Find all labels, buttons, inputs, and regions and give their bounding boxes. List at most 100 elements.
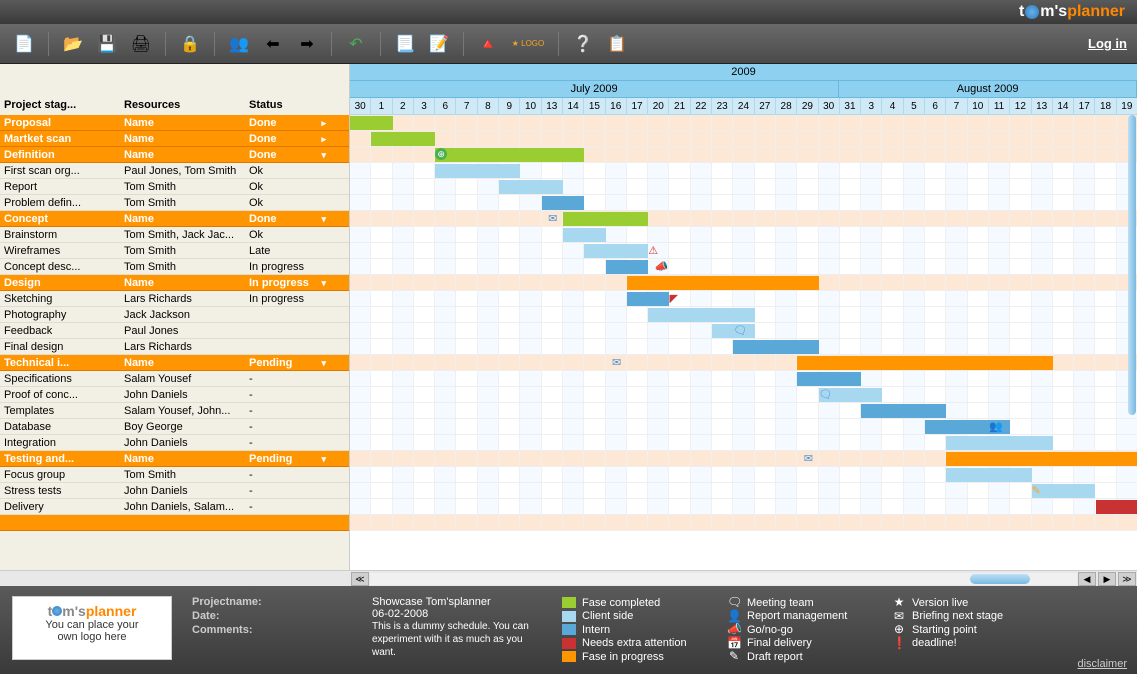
gantt-row[interactable] <box>350 115 1137 131</box>
timeline-day[interactable]: 30 <box>819 98 840 115</box>
timeline-day[interactable]: 13 <box>1032 98 1053 115</box>
task-row[interactable]: DatabaseBoy George- <box>0 419 349 435</box>
gantt-bar[interactable] <box>946 452 1137 466</box>
timeline-day[interactable]: 27 <box>755 98 776 115</box>
group-row[interactable]: DesignNameIn progress▾ <box>0 275 349 291</box>
task-row[interactable]: Final designLars Richards <box>0 339 349 355</box>
gantt-row[interactable] <box>350 515 1137 531</box>
task-row[interactable]: Concept desc...Tom SmithIn progress <box>0 259 349 275</box>
timeline-day[interactable]: 8 <box>478 98 499 115</box>
gantt-bar[interactable] <box>584 244 648 258</box>
chart-icon[interactable]: ✉ <box>548 212 557 225</box>
task-row[interactable]: BrainstormTom Smith, Jack Jac...Ok <box>0 227 349 243</box>
gantt-bar[interactable] <box>435 164 520 178</box>
gantt-row[interactable] <box>350 339 1137 355</box>
timeline-day[interactable]: 13 <box>542 98 563 115</box>
chevron-icon[interactable]: ▸ <box>321 131 326 146</box>
col-header-resources[interactable]: Resources <box>120 99 245 111</box>
timeline-day[interactable]: 2 <box>393 98 414 115</box>
chevron-icon[interactable]: ▾ <box>321 355 326 370</box>
group-row[interactable]: Technical i...NamePending▾ <box>0 355 349 371</box>
timeline-day[interactable]: 15 <box>584 98 605 115</box>
timeline-day[interactable]: 20 <box>648 98 669 115</box>
timeline-day[interactable]: 3 <box>414 98 435 115</box>
gantt-bar[interactable] <box>733 340 818 354</box>
task-row[interactable]: ReportTom SmithOk <box>0 179 349 195</box>
task-row[interactable]: Problem defin...Tom SmithOk <box>0 195 349 211</box>
timeline-day[interactable]: 29 <box>797 98 818 115</box>
undo-button[interactable]: ↶ <box>342 30 370 58</box>
doc2-button[interactable]: 📝 <box>425 30 453 58</box>
new-file-button[interactable]: 📄 <box>10 30 38 58</box>
gantt-bar[interactable] <box>946 468 1031 482</box>
timeline-day[interactable]: 4 <box>882 98 903 115</box>
chevron-icon[interactable]: ▸ <box>321 115 326 130</box>
task-row[interactable]: WireframesTom SmithLate <box>0 243 349 259</box>
gantt-row[interactable] <box>350 131 1137 147</box>
gantt-row[interactable]: ⚠ <box>350 243 1137 259</box>
timeline-day[interactable]: 23 <box>712 98 733 115</box>
gantt-row[interactable] <box>350 179 1137 195</box>
gantt-bar[interactable] <box>371 132 435 146</box>
group-row[interactable]: DefinitionNameDone▾ <box>0 147 349 163</box>
timeline-day[interactable]: 14 <box>563 98 584 115</box>
gantt-bar[interactable] <box>350 116 393 130</box>
print-button[interactable]: 🖨 <box>127 30 155 58</box>
timeline-day[interactable]: 17 <box>627 98 648 115</box>
note-button[interactable]: 📋 <box>603 30 631 58</box>
gantt-row[interactable] <box>350 435 1137 451</box>
task-row[interactable]: TemplatesSalam Yousef, John...- <box>0 403 349 419</box>
gantt-bar[interactable] <box>606 260 649 274</box>
timeline-day[interactable]: 1 <box>371 98 392 115</box>
chart-icon[interactable]: 🗨 <box>819 388 833 401</box>
gantt-bar[interactable] <box>648 308 755 322</box>
disclaimer-link[interactable]: disclaimer <box>1077 658 1127 670</box>
gantt-row[interactable]: 👥 <box>350 419 1137 435</box>
gantt-row[interactable]: 🗨 <box>350 387 1137 403</box>
chevron-icon[interactable]: ▾ <box>321 451 326 466</box>
gantt-bar[interactable] <box>946 436 1053 450</box>
timeline-day[interactable]: 9 <box>499 98 520 115</box>
task-row[interactable]: DeliveryJohn Daniels, Salam...- <box>0 499 349 515</box>
timeline-day[interactable]: 3 <box>861 98 882 115</box>
timeline-day[interactable]: 28 <box>776 98 797 115</box>
gantt-row[interactable] <box>350 195 1137 211</box>
timeline-day[interactable]: 18 <box>1095 98 1116 115</box>
task-row[interactable]: Proof of conc...John Daniels- <box>0 387 349 403</box>
chart-icon[interactable]: ✎ <box>1032 484 1041 497</box>
task-row[interactable]: SpecificationsSalam Yousef- <box>0 371 349 387</box>
timeline-day[interactable]: 16 <box>606 98 627 115</box>
timeline-day[interactable]: 17 <box>1074 98 1095 115</box>
task-row[interactable]: FeedbackPaul Jones <box>0 323 349 339</box>
task-row[interactable]: SketchingLars RichardsIn progress <box>0 291 349 307</box>
col-header-status[interactable]: Status <box>245 99 330 111</box>
flag-button[interactable]: 🔺 <box>474 30 502 58</box>
timeline-day[interactable]: 21 <box>669 98 690 115</box>
gantt-row[interactable]: ✉ <box>350 211 1137 227</box>
timeline-day[interactable]: 5 <box>904 98 925 115</box>
group-row[interactable]: ProposalNameDone▸ <box>0 115 349 131</box>
gantt-bar[interactable] <box>797 356 1053 370</box>
help-button[interactable]: ❔ <box>569 30 597 58</box>
gantt-row[interactable]: ◤ <box>350 291 1137 307</box>
chart-icon[interactable]: ✉ <box>612 356 621 369</box>
chart-icon[interactable]: 📣 <box>655 260 669 273</box>
gantt-row[interactable] <box>350 499 1137 515</box>
import-button[interactable]: ⬅ <box>259 30 287 58</box>
scroll-first-button[interactable]: ≪ <box>351 572 369 586</box>
chart-icon[interactable]: 🗨 <box>733 324 747 337</box>
gantt-row[interactable] <box>350 227 1137 243</box>
open-button[interactable]: 📂 <box>59 30 87 58</box>
gantt-bar[interactable] <box>563 228 606 242</box>
export-button[interactable]: ➡ <box>293 30 321 58</box>
scroll-prev-button[interactable]: ◀ <box>1078 572 1096 586</box>
timeline-day[interactable]: 7 <box>946 98 967 115</box>
task-row[interactable]: IntegrationJohn Daniels- <box>0 435 349 451</box>
task-row[interactable]: Stress testsJohn Daniels- <box>0 483 349 499</box>
timeline-day[interactable]: 19 <box>1117 98 1137 115</box>
doc1-button[interactable]: 📃 <box>391 30 419 58</box>
timeline-day[interactable]: 11 <box>989 98 1010 115</box>
gantt-row[interactable] <box>350 467 1137 483</box>
scroll-thumb[interactable] <box>970 574 1030 584</box>
gantt-bar[interactable] <box>627 292 670 306</box>
